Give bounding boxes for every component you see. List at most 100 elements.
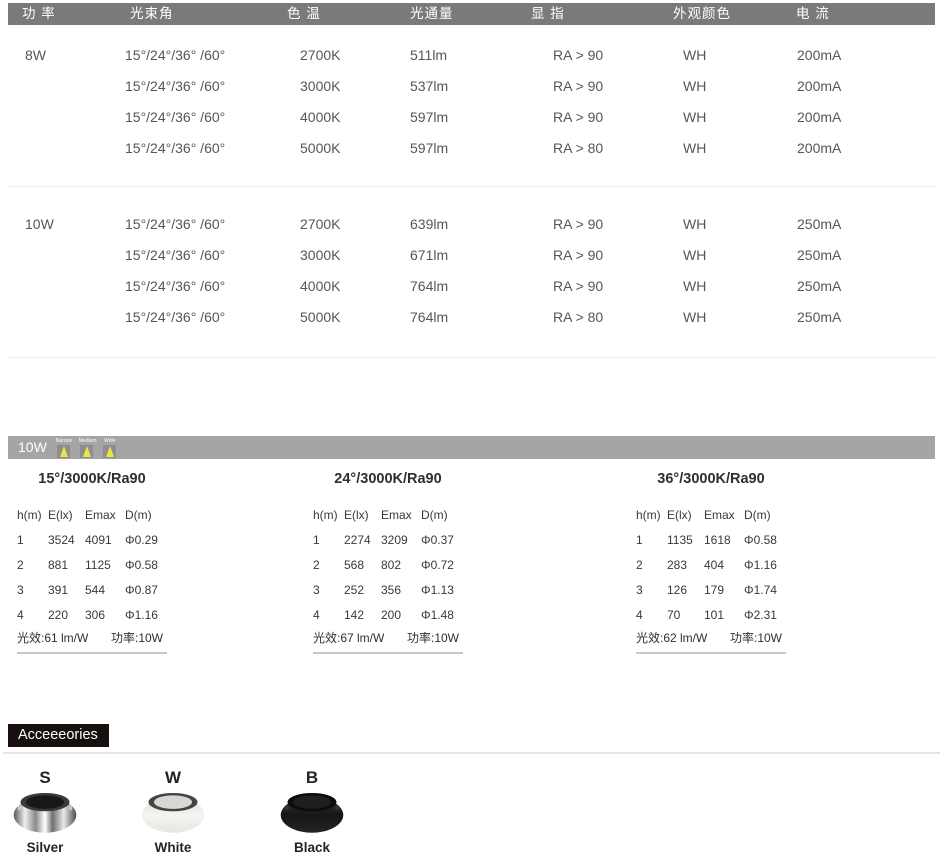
beam-value: 15°/24°/36° /60°: [116, 240, 273, 271]
col-header: Emax: [704, 508, 744, 526]
cell: 1: [313, 526, 344, 551]
cell: 881: [48, 551, 85, 576]
col-header: Emax: [85, 508, 125, 526]
cri-value: RA > 80: [517, 302, 659, 333]
cri-value: RA > 90: [517, 240, 659, 271]
cell: 3: [313, 576, 344, 601]
narrow-beam-icon: Narrow: [56, 438, 72, 458]
col-header-cct: 色 温: [273, 3, 396, 25]
cell: 126: [667, 576, 704, 601]
cell: 2: [313, 551, 344, 576]
cell: Φ0.29: [125, 526, 167, 551]
cell: Φ1.13: [421, 576, 463, 601]
cell: 544: [85, 576, 125, 601]
accessories-divider: [3, 752, 940, 754]
col-header: E(lx): [344, 508, 381, 526]
finish-value: WH: [659, 209, 782, 240]
cct-value: 5000K: [273, 302, 396, 333]
finish-value: WH: [659, 133, 782, 164]
table-title: 36°/3000K/Ra90: [636, 471, 786, 487]
cri-value: RA > 90: [517, 102, 659, 133]
cell: 356: [381, 576, 421, 601]
cell: 3209: [381, 526, 421, 551]
current-value: 250mA: [782, 302, 935, 333]
table-title: 15°/3000K/Ra90: [17, 471, 167, 487]
finish-value: WH: [659, 40, 782, 71]
cell: 2: [636, 551, 667, 576]
photometric-table-15deg: 15°/3000K/Ra90 h(m) E(lx) Emax D(m) 1 35…: [17, 471, 167, 654]
white-ring-image: [139, 789, 207, 837]
current-value: 200mA: [782, 133, 935, 164]
col-header: D(m): [421, 508, 463, 526]
beam-value: 15°/24°/36° /60°: [116, 133, 273, 164]
cell: 404: [704, 551, 744, 576]
cell: Φ0.37: [421, 526, 463, 551]
beam-value: 15°/24°/36° /60°: [116, 209, 273, 240]
table-row: 15°/24°/36° /60° 4000K 597lm RA > 90 WH …: [8, 102, 935, 133]
cri-value: RA > 90: [517, 71, 659, 102]
cell: 3: [636, 576, 667, 601]
current-value: 250mA: [782, 209, 935, 240]
efficacy-label: 光效:61 lm/W: [17, 629, 88, 646]
cell: Φ2.31: [744, 601, 786, 626]
cell: 3524: [48, 526, 85, 551]
flux-value: 764lm: [396, 302, 517, 333]
col-header-finish: 外观颜色: [659, 3, 782, 25]
cell: Φ1.74: [744, 576, 786, 601]
cell: 1125: [85, 551, 125, 576]
cell: 252: [344, 576, 381, 601]
photometric-band: 10W Narrow Medium Wide: [8, 436, 935, 459]
cell: 1135: [667, 526, 704, 551]
col-header: h(m): [636, 508, 667, 526]
spec-sheet-page: 功 率 光束角 色 温 光通量 显 指 外观颜色 电 流 8W 15°/24°/…: [0, 3, 942, 862]
finish-value: WH: [659, 240, 782, 271]
band-power-label: 10W: [8, 436, 56, 459]
cell: 4: [313, 601, 344, 626]
cell: 1618: [704, 526, 744, 551]
table-row: 15°/24°/36° /60° 5000K 597lm RA > 80 WH …: [8, 133, 935, 164]
cct-value: 4000K: [273, 102, 396, 133]
cell: 306: [85, 601, 125, 626]
photometric-table-36deg: 36°/3000K/Ra90 h(m) E(lx) Emax D(m) 1 11…: [636, 471, 786, 654]
cri-value: RA > 90: [517, 271, 659, 302]
cct-value: 2700K: [273, 40, 396, 71]
flux-value: 671lm: [396, 240, 517, 271]
col-header: E(lx): [48, 508, 85, 526]
col-header: h(m): [313, 508, 344, 526]
cell: Φ1.16: [744, 551, 786, 576]
table-row: 10W 15°/24°/36° /60° 2700K 639lm RA > 90…: [8, 209, 935, 240]
accessories-items: S Silver W: [0, 769, 942, 855]
black-ring-image: [278, 789, 346, 837]
beam-value: 15°/24°/36° /60°: [116, 102, 273, 133]
accessory-name: White: [131, 840, 215, 855]
power-label: 功率:10W: [407, 629, 459, 646]
power-label: 功率:10W: [111, 629, 163, 646]
cct-value: 3000K: [273, 240, 396, 271]
cct-value: 3000K: [273, 71, 396, 102]
cell: 179: [704, 576, 744, 601]
cell: 200: [381, 601, 421, 626]
accessory-black: B Black: [270, 769, 354, 855]
finish-value: WH: [659, 71, 782, 102]
cct-value: 5000K: [273, 133, 396, 164]
cri-value: RA > 80: [517, 133, 659, 164]
col-header: E(lx): [667, 508, 704, 526]
current-value: 200mA: [782, 40, 935, 71]
table-row: 15°/24°/36° /60° 3000K 537lm RA > 90 WH …: [8, 71, 935, 102]
accessory-silver: S Silver: [3, 769, 87, 855]
cell: 4091: [85, 526, 125, 551]
cell: 2274: [344, 526, 381, 551]
cell: Φ0.58: [125, 551, 167, 576]
beam-value: 15°/24°/36° /60°: [116, 302, 273, 333]
beam-value: 15°/24°/36° /60°: [116, 271, 273, 302]
cct-value: 2700K: [273, 209, 396, 240]
flux-value: 764lm: [396, 271, 517, 302]
cell: 568: [344, 551, 381, 576]
cell: 4: [17, 601, 48, 626]
finish-value: WH: [659, 102, 782, 133]
cell: 3: [17, 576, 48, 601]
beam-value: 15°/24°/36° /60°: [116, 71, 273, 102]
table-row: 15°/24°/36° /60° 3000K 671lm RA > 90 WH …: [8, 240, 935, 271]
efficacy-label: 光效:62 lm/W: [636, 629, 707, 646]
table-row: 15°/24°/36° /60° 5000K 764lm RA > 80 WH …: [8, 302, 935, 333]
